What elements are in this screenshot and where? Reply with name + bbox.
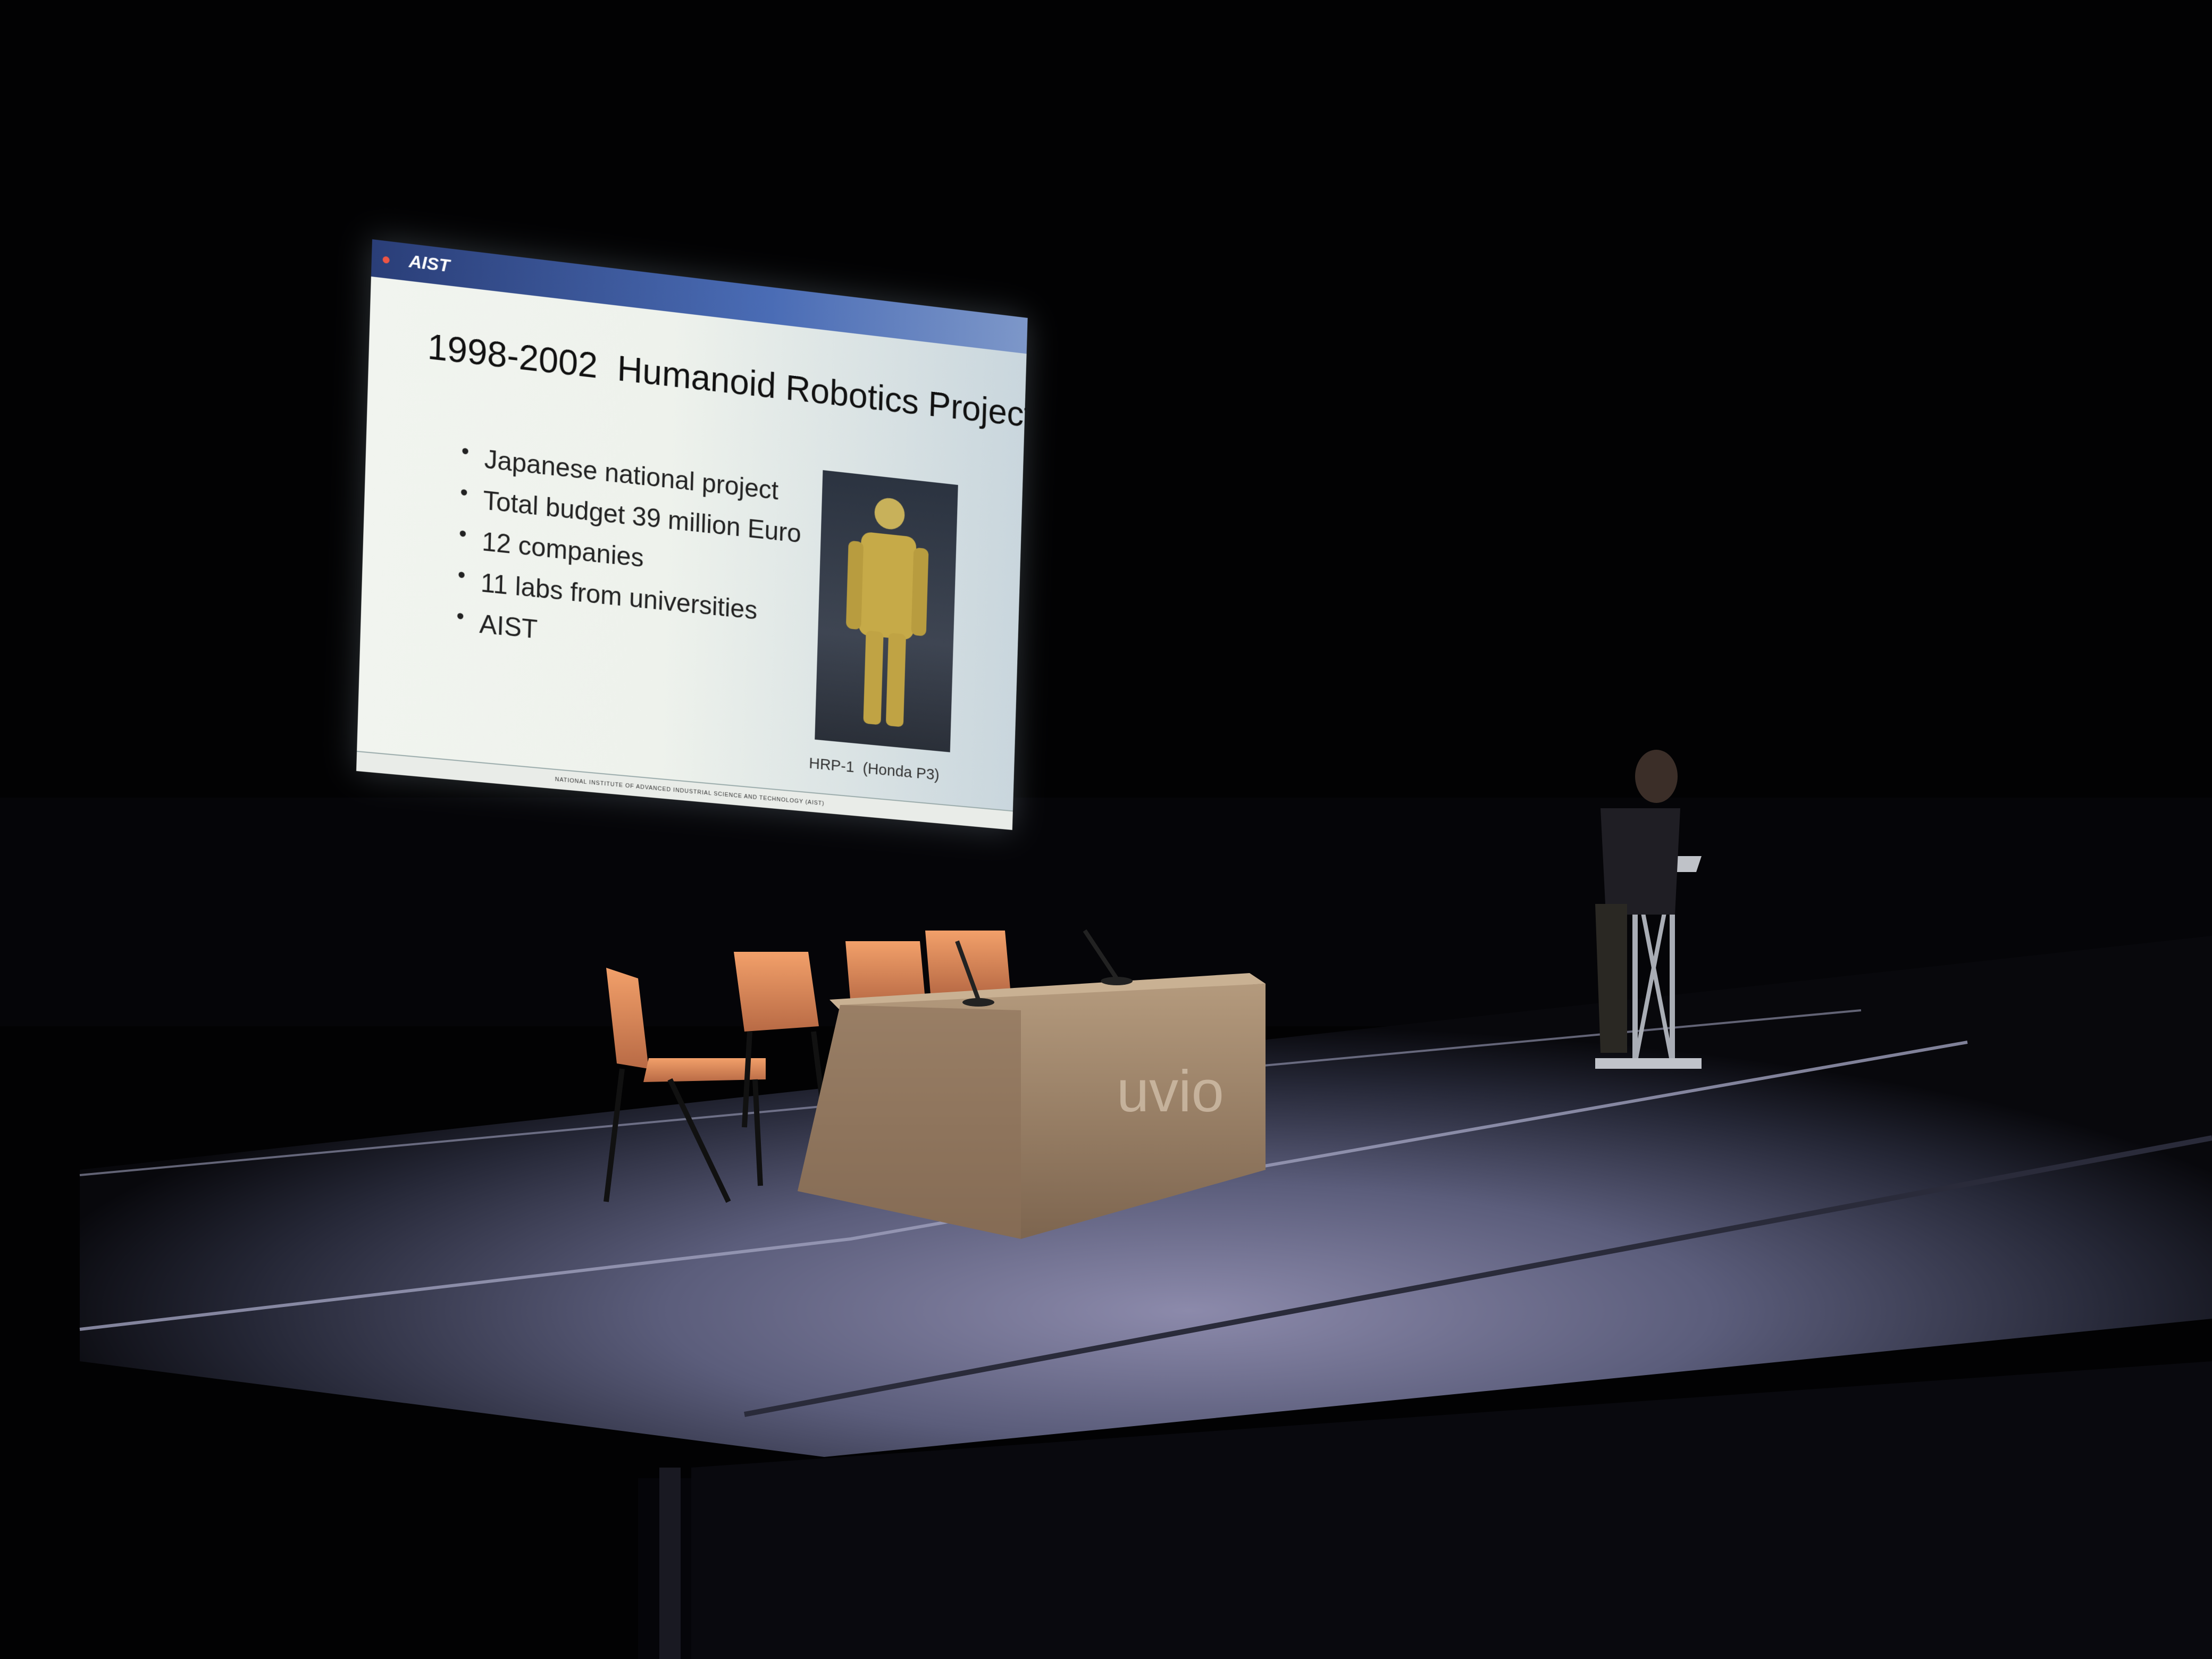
projection-slide: ● AIST 1998-2002 Humanoid Robotics Proje… [356,239,1028,830]
robot-photo [815,470,958,752]
stage-scene: uvio [0,0,2212,1659]
image-caption: HRP-1 (Honda P3) [808,755,940,784]
slide-title: 1998-2002 Humanoid Robotics Project (HRP… [426,326,1028,435]
slide-bullet-list: Japanese national project Total budget 3… [456,441,803,681]
tablecloth-logo: uvio [1117,1059,1224,1124]
chair [925,931,1010,994]
aist-logo-icon: ● [381,250,391,269]
